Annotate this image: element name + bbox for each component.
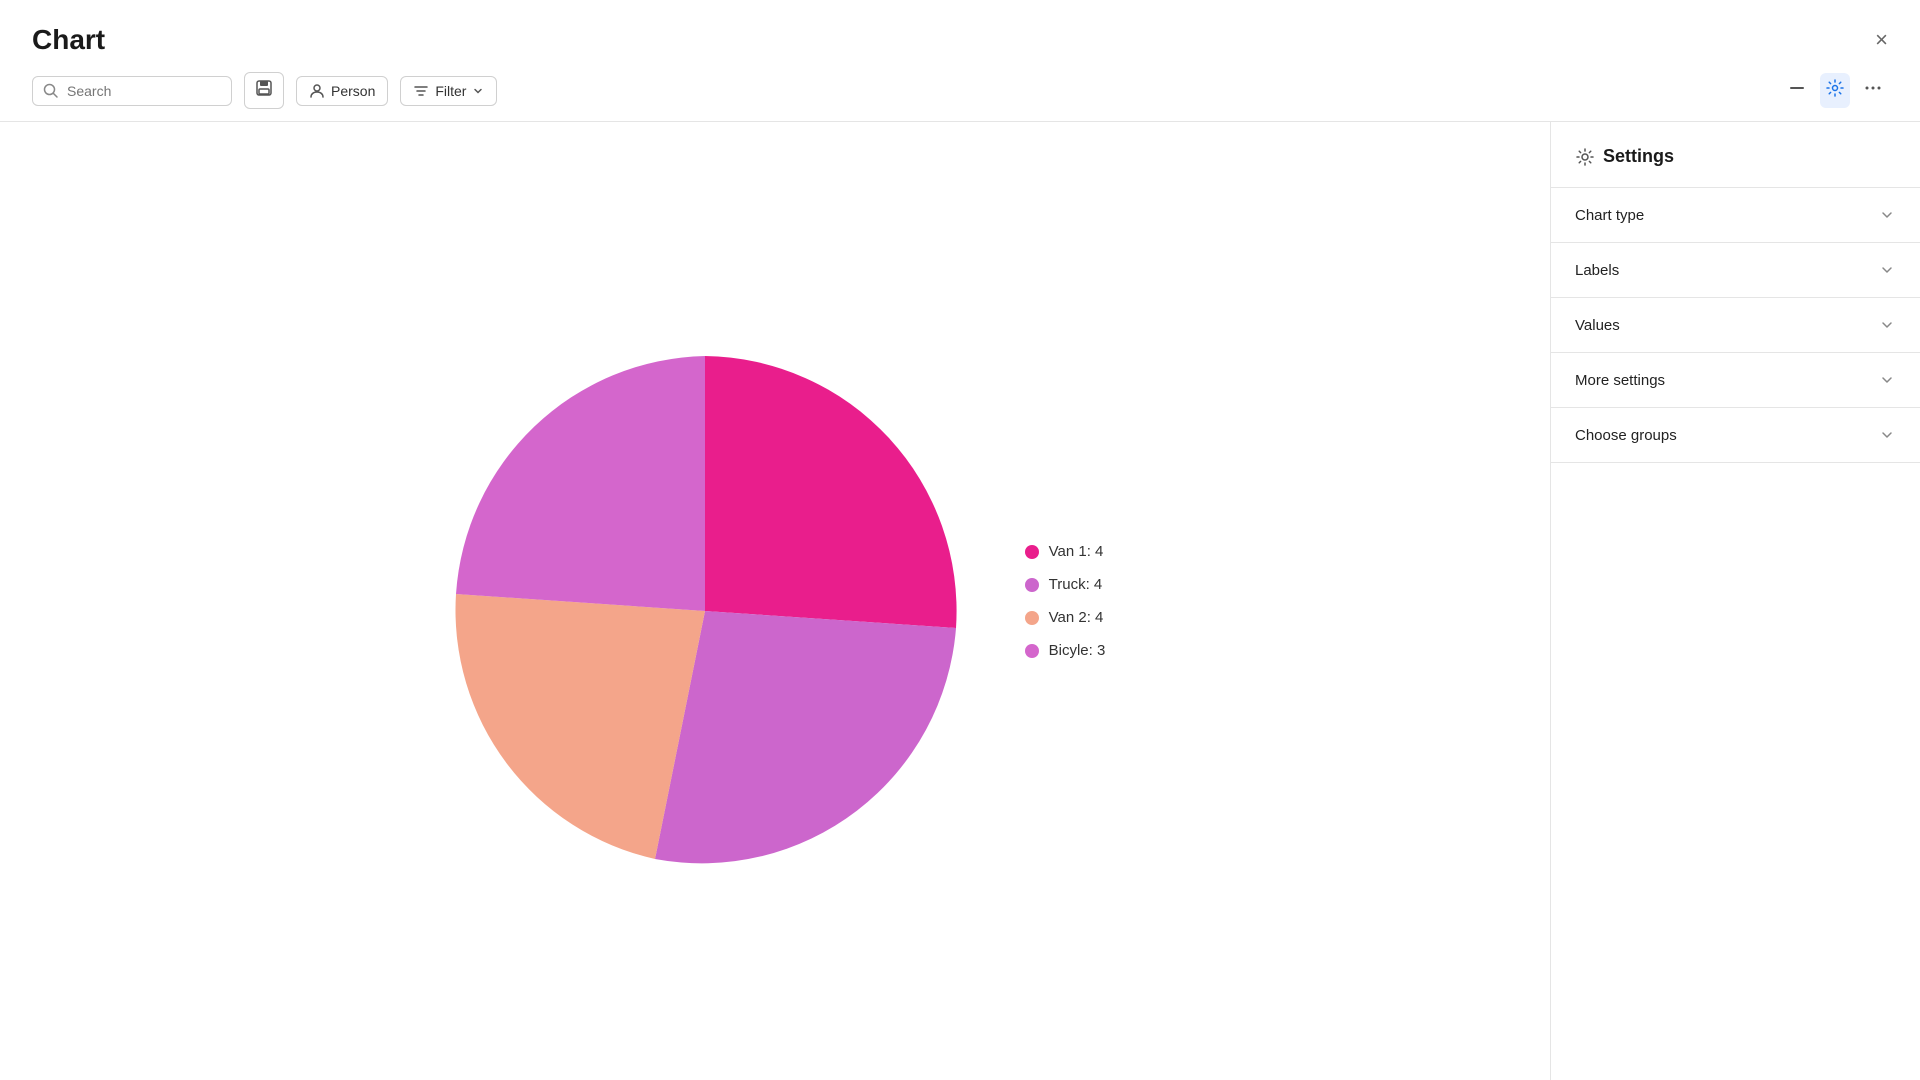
settings-panel: Settings Chart type Labels Values xyxy=(1550,122,1920,1080)
person-button[interactable]: Person xyxy=(296,76,388,106)
list-item: Truck: 4 xyxy=(1025,576,1106,593)
chart-wrapper: Van 1: 4 Truck: 4 Van 2: 4 Bicyle: 3 xyxy=(445,311,1106,891)
legend-dot-truck xyxy=(1025,578,1039,592)
chevron-down-icon xyxy=(1878,316,1896,334)
legend-label-truck: Truck: 4 xyxy=(1049,576,1103,593)
filter-button[interactable]: Filter xyxy=(400,76,497,106)
list-item: Van 2: 4 xyxy=(1025,609,1106,626)
accordion-labels: Labels xyxy=(1551,243,1920,298)
filter-label: Filter xyxy=(435,83,466,99)
list-item: Bicyle: 3 xyxy=(1025,642,1106,659)
close-button[interactable]: × xyxy=(1875,29,1888,51)
minimize-icon xyxy=(1788,79,1806,97)
accordion-more-settings: More settings xyxy=(1551,353,1920,408)
van1-segment xyxy=(705,356,957,628)
legend-label-van1: Van 1: 4 xyxy=(1049,543,1104,560)
accordion-chart-type: Chart type xyxy=(1551,188,1920,243)
choose-groups-toggle[interactable]: Choose groups xyxy=(1551,408,1920,462)
list-item: Van 1: 4 xyxy=(1025,543,1106,560)
legend-dot-van1 xyxy=(1025,545,1039,559)
chevron-down-icon xyxy=(1878,371,1896,389)
chart-area: Van 1: 4 Truck: 4 Van 2: 4 Bicyle: 3 xyxy=(0,122,1550,1080)
main-content: Van 1: 4 Truck: 4 Van 2: 4 Bicyle: 3 xyxy=(0,122,1920,1080)
toolbar-right xyxy=(1782,73,1888,108)
gear-icon xyxy=(1826,79,1844,97)
header: Chart × Person xyxy=(0,0,1920,122)
more-button[interactable] xyxy=(1858,73,1888,108)
title-row: Chart × xyxy=(32,24,1888,56)
accordion-choose-groups: Choose groups xyxy=(1551,408,1920,463)
save-button[interactable] xyxy=(244,72,284,109)
values-toggle[interactable]: Values xyxy=(1551,298,1920,352)
more-settings-toggle[interactable]: More settings xyxy=(1551,353,1920,407)
chevron-down-icon xyxy=(1878,426,1896,444)
legend-dot-bicyle xyxy=(1025,644,1039,658)
chevron-down-icon xyxy=(1878,206,1896,224)
save-icon xyxy=(255,79,273,97)
person-icon xyxy=(309,83,325,99)
legend-label-van2: Van 2: 4 xyxy=(1049,609,1104,626)
pie-svg xyxy=(445,311,965,891)
legend-dot-van2 xyxy=(1025,611,1039,625)
filter-chevron-icon xyxy=(472,85,484,97)
more-settings-label: More settings xyxy=(1575,372,1665,389)
chart-type-label: Chart type xyxy=(1575,207,1644,224)
chevron-down-icon xyxy=(1878,261,1896,279)
accordion-values: Values xyxy=(1551,298,1920,353)
settings-toolbar-button[interactable] xyxy=(1820,73,1850,108)
search-box xyxy=(32,76,232,106)
minimize-button[interactable] xyxy=(1782,73,1812,108)
settings-header: Settings xyxy=(1551,122,1920,188)
settings-icon xyxy=(1575,147,1595,167)
search-input[interactable] xyxy=(67,83,221,99)
pie-chart xyxy=(445,311,965,891)
legend: Van 1: 4 Truck: 4 Van 2: 4 Bicyle: 3 xyxy=(1025,543,1106,659)
values-label: Values xyxy=(1575,317,1620,334)
choose-groups-label: Choose groups xyxy=(1575,427,1677,444)
toolbar: Person Filter xyxy=(32,72,1888,121)
bicyle-segment xyxy=(456,356,705,611)
settings-title: Settings xyxy=(1603,146,1674,167)
filter-icon xyxy=(413,83,429,99)
person-label: Person xyxy=(331,83,375,99)
labels-toggle[interactable]: Labels xyxy=(1551,243,1920,297)
truck-segment xyxy=(655,611,956,863)
search-icon xyxy=(43,83,59,99)
legend-label-bicyle: Bicyle: 3 xyxy=(1049,642,1106,659)
chart-type-toggle[interactable]: Chart type xyxy=(1551,188,1920,242)
page-title: Chart xyxy=(32,24,105,56)
more-icon xyxy=(1864,79,1882,97)
labels-label: Labels xyxy=(1575,262,1619,279)
